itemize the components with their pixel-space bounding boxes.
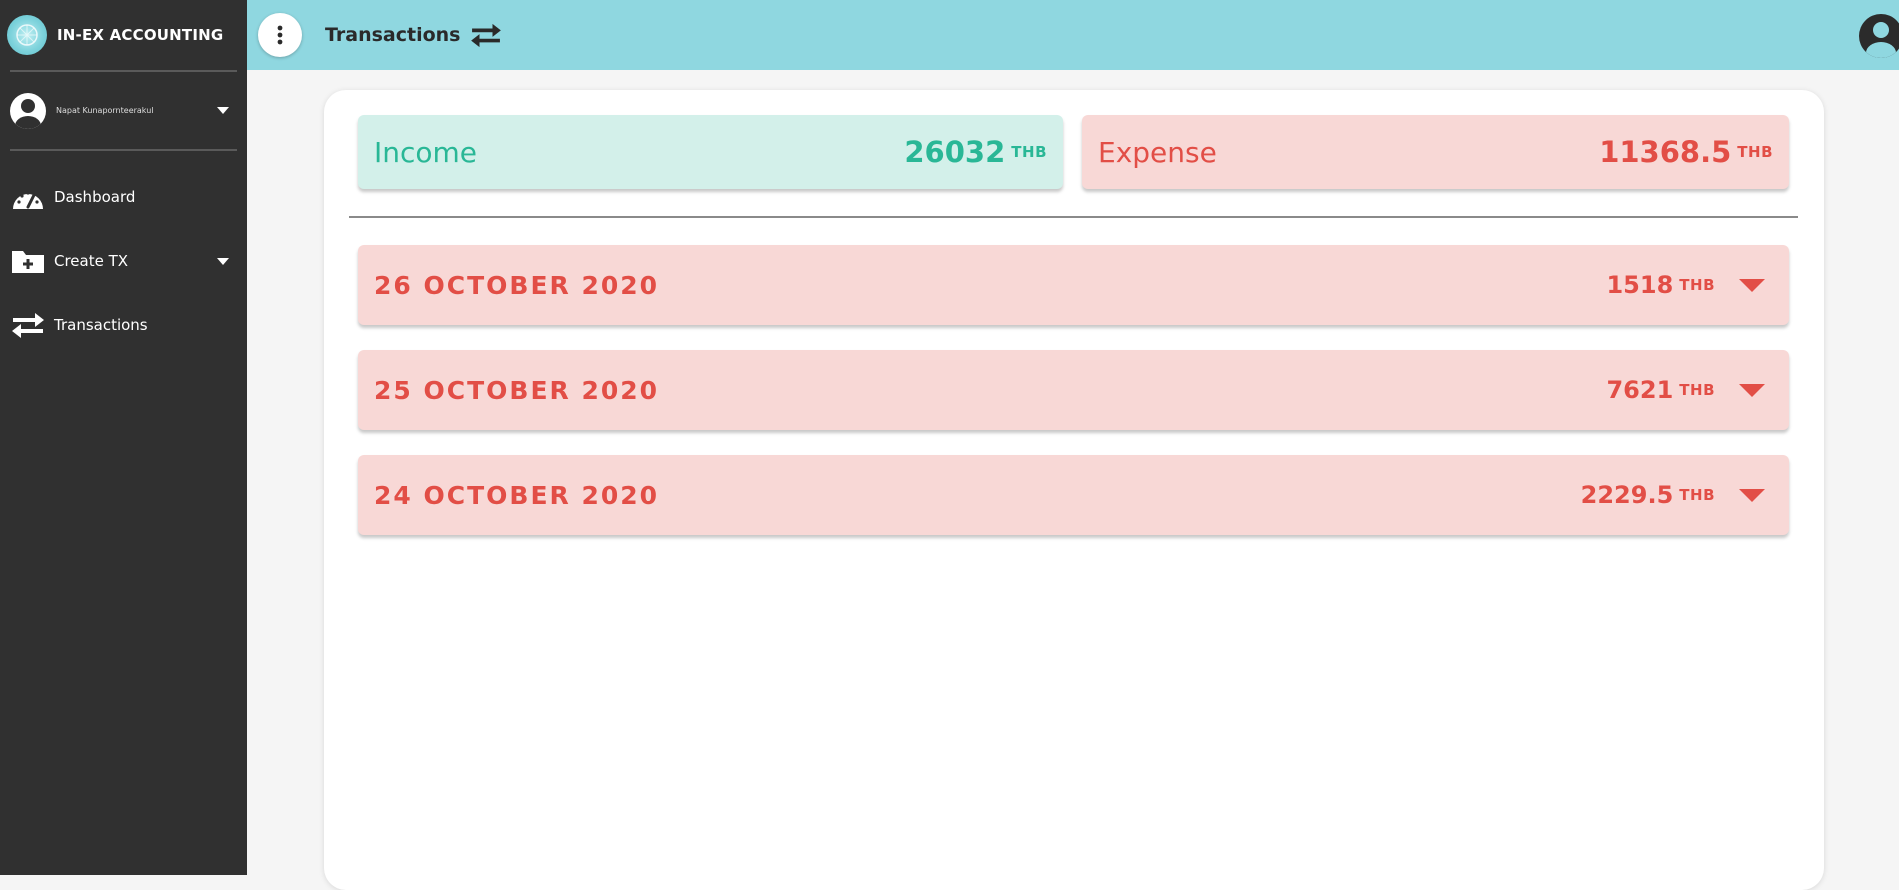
sidebar-item-dashboard[interactable]: Dashboard bbox=[0, 165, 247, 229]
sidebar-nav: Dashboard Create TX Transactions bbox=[0, 151, 247, 357]
expense-label: Expense bbox=[1098, 135, 1217, 169]
brand-logo-icon bbox=[7, 15, 47, 55]
expense-unit: THB bbox=[1737, 143, 1773, 161]
brand[interactable]: IN-EX ACCOUNTING bbox=[0, 0, 247, 70]
chevron-down-icon[interactable] bbox=[217, 107, 229, 114]
page-title: Transactions bbox=[325, 24, 461, 46]
folder-plus-icon bbox=[10, 246, 46, 276]
expand-chevron-icon[interactable] bbox=[1739, 488, 1765, 502]
expense-amount: 11368.5 bbox=[1599, 135, 1732, 169]
chevron-down-icon[interactable] bbox=[217, 257, 229, 265]
day-date: 25 OCTOBER 2020 bbox=[374, 375, 660, 405]
account-avatar-icon[interactable] bbox=[1859, 14, 1899, 58]
day-date: 26 OCTOBER 2020 bbox=[374, 270, 660, 300]
sidebar-item-label: Dashboard bbox=[54, 188, 136, 206]
sidebar-item-label: Transactions bbox=[54, 316, 148, 334]
sidebar-item-transactions[interactable]: Transactions bbox=[0, 293, 247, 357]
income-label: Income bbox=[374, 135, 478, 169]
expense-summary: Expense 11368.5 THB bbox=[1082, 115, 1789, 189]
top-bar: Transactions bbox=[247, 0, 1899, 70]
user-menu[interactable]: Napat Kunapornteerakul bbox=[0, 72, 247, 149]
day-group-row[interactable]: 25 OCTOBER 2020 7621 THB bbox=[358, 350, 1789, 430]
brand-name: IN-EX ACCOUNTING bbox=[57, 26, 224, 44]
more-vertical-icon bbox=[277, 25, 283, 45]
day-unit: THB bbox=[1679, 276, 1715, 294]
swap-arrows-icon bbox=[10, 310, 46, 340]
income-unit: THB bbox=[1011, 143, 1047, 161]
day-date: 24 OCTOBER 2020 bbox=[374, 480, 660, 510]
sidebar-item-label: Create TX bbox=[54, 252, 129, 270]
income-summary: Income 26032 THB bbox=[358, 115, 1063, 189]
summary-divider bbox=[349, 216, 1798, 218]
user-avatar-icon bbox=[10, 92, 46, 129]
sidebar: IN-EX ACCOUNTING Napat Kunapornteerakul … bbox=[0, 0, 247, 875]
menu-button[interactable] bbox=[258, 13, 302, 57]
speedometer-icon bbox=[10, 182, 46, 212]
day-unit: THB bbox=[1679, 381, 1715, 399]
day-group-row[interactable]: 26 OCTOBER 2020 1518 THB bbox=[358, 245, 1789, 325]
day-unit: THB bbox=[1679, 486, 1715, 504]
transactions-card: Income 26032 THB Expense 11368.5 THB 26 … bbox=[324, 90, 1824, 890]
sidebar-item-create-tx[interactable]: Create TX bbox=[0, 229, 247, 293]
swap-arrows-icon bbox=[470, 22, 502, 48]
expand-chevron-icon[interactable] bbox=[1739, 383, 1765, 397]
expand-chevron-icon[interactable] bbox=[1739, 278, 1765, 292]
day-amount: 1518 bbox=[1606, 271, 1674, 299]
day-group-row[interactable]: 24 OCTOBER 2020 2229.5 THB bbox=[358, 455, 1789, 535]
day-amount: 7621 bbox=[1606, 376, 1674, 404]
user-name: Napat Kunapornteerakul bbox=[56, 106, 154, 115]
day-amount: 2229.5 bbox=[1580, 481, 1674, 509]
income-amount: 26032 bbox=[904, 135, 1006, 169]
